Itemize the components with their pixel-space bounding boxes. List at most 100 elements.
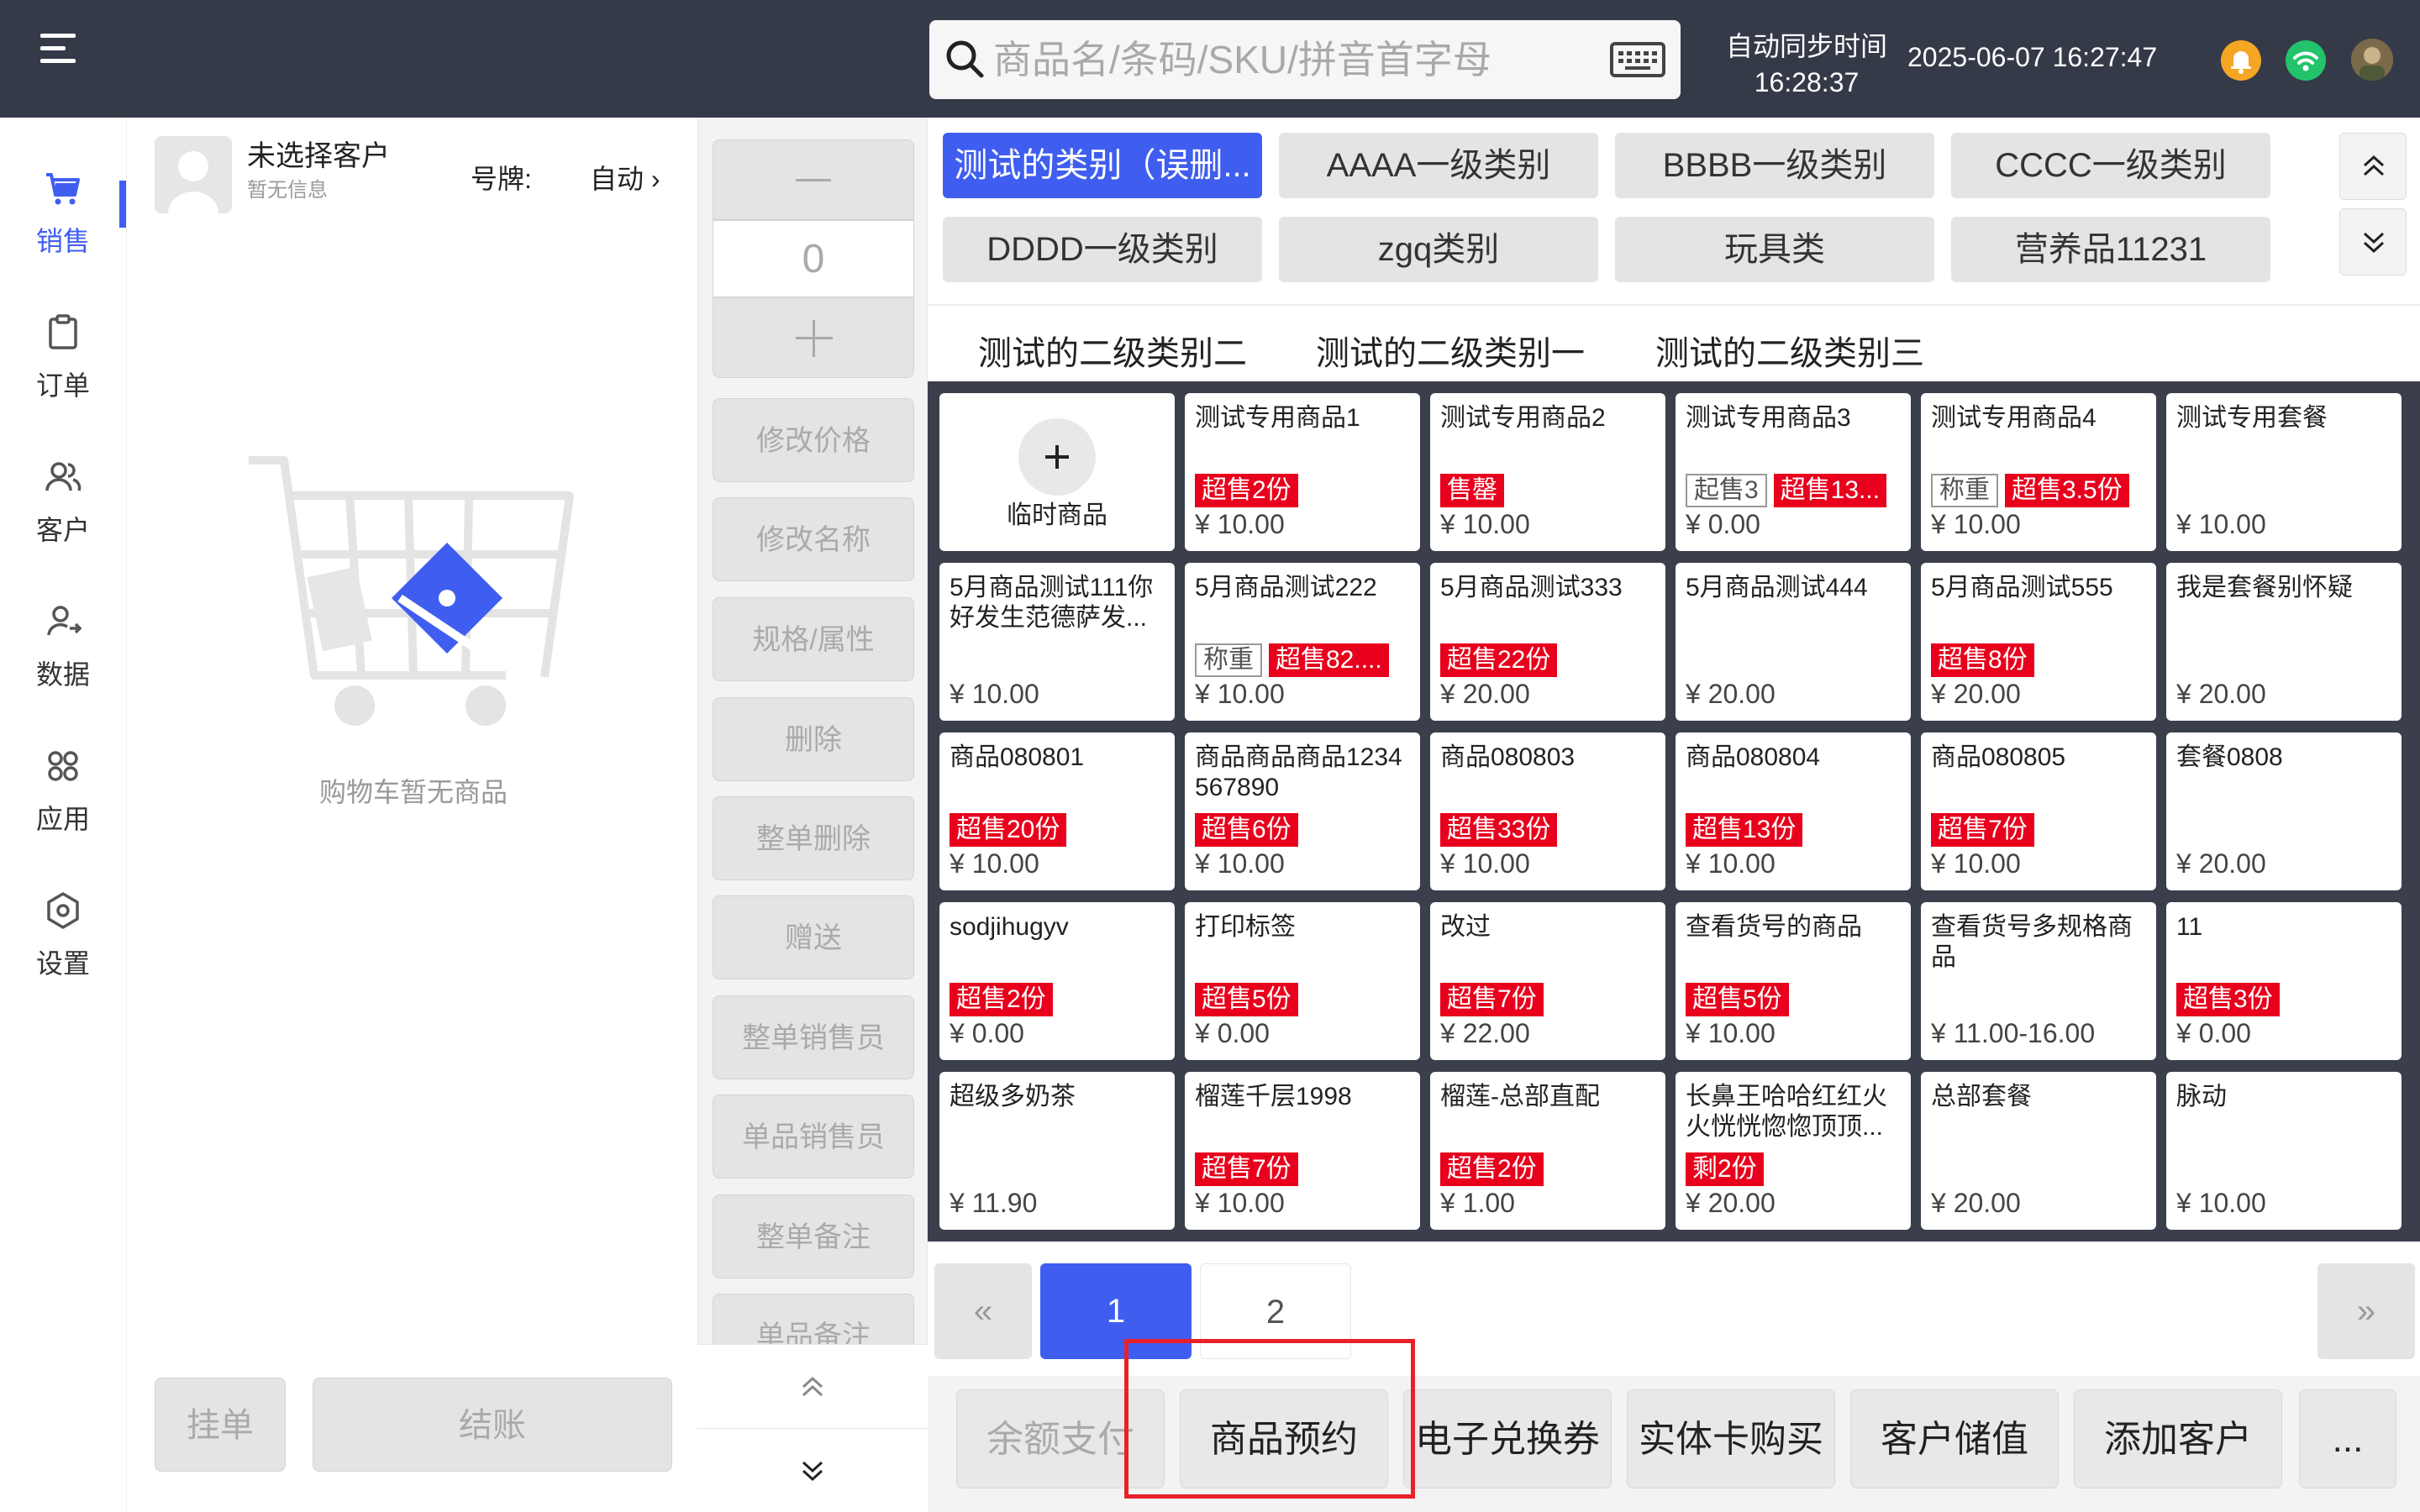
physical-card-button[interactable]: 实体卡购买 [1627, 1389, 1835, 1488]
user-avatar[interactable] [2351, 39, 2393, 81]
product-card[interactable]: 查看货号多规格商品 ¥ 11.00-16.00 [1921, 902, 2156, 1060]
stock-badge: 售罄 [1440, 474, 1504, 507]
product-card[interactable]: 5月商品测试222 称重 超售82.... ¥ 10.00 [1185, 563, 1420, 721]
plate-selector[interactable]: 自动 › [590, 158, 660, 197]
product-card[interactable]: 套餐0808 ¥ 20.00 [2166, 732, 2402, 890]
spec-attribute-button[interactable]: 规格/属性 [713, 597, 914, 681]
nav-item-orders[interactable]: 订单 [0, 312, 126, 430]
product-tags: 超售7份 [1440, 983, 1550, 1016]
scroll-up-button[interactable] [697, 1344, 928, 1428]
scroll-down-button[interactable] [697, 1428, 928, 1512]
menu-icon[interactable] [40, 34, 76, 64]
product-card[interactable]: 5月商品测试555 超售8份 ¥ 20.00 [1921, 563, 2156, 721]
product-card[interactable]: 打印标签 超售5份 ¥ 0.00 [1185, 902, 1420, 1060]
qty-minus-button[interactable]: — [713, 139, 914, 220]
product-tags: 超售5份 [1686, 983, 1796, 1016]
edit-price-button[interactable]: 修改价格 [713, 398, 914, 482]
product-name: 商品080803 [1440, 743, 1576, 771]
customer-name[interactable]: 未选择客户 [247, 133, 390, 174]
qty-plus-button[interactable]: + [713, 297, 914, 378]
nav-item-settings[interactable]: 设置 [0, 890, 126, 1008]
category-tab[interactable]: 测试的类别（误删... [943, 133, 1262, 198]
product-card[interactable]: 测试专用套餐 ¥ 10.00 [2166, 393, 2402, 551]
temp-product-card[interactable]: + 临时商品 [939, 393, 1175, 551]
product-card[interactable]: 11 超售3份 ¥ 0.00 [2166, 902, 2402, 1060]
edit-name-button[interactable]: 修改名称 [713, 497, 914, 581]
order-salesperson-button[interactable]: 整单销售员 [713, 995, 914, 1079]
product-price: ¥ 10.00 [1686, 1018, 1776, 1048]
category-scroll-up-button[interactable] [2339, 133, 2407, 200]
product-card[interactable]: 长鼻王哈哈红红火火恍恍惚惚顶顶... 剩2份 ¥ 20.00 [1676, 1072, 1911, 1230]
add-customer-button[interactable]: 添加客户 [2074, 1389, 2282, 1488]
delete-all-button[interactable]: 整单删除 [713, 796, 914, 880]
item-salesperson-button[interactable]: 单品销售员 [713, 1095, 914, 1179]
product-card[interactable]: 总部套餐 ¥ 20.00 [1921, 1072, 2156, 1230]
category-tab[interactable]: 玩具类 [1615, 217, 1934, 282]
item-note-button[interactable]: 单品备注 [713, 1294, 914, 1344]
subcategory-tab[interactable]: 测试的二级类别三 [1655, 326, 1924, 375]
product-card[interactable]: 测试专用商品2 售罄 ¥ 10.00 [1430, 393, 1665, 551]
product-name: 改过 [1440, 913, 1491, 941]
order-note-button[interactable]: 整单备注 [713, 1194, 914, 1278]
product-card[interactable]: 榴莲-总部直配 超售2份 ¥ 1.00 [1430, 1072, 1665, 1230]
category-tab[interactable]: 营养品11231 [1951, 217, 2270, 282]
category-tab[interactable]: CCCC一级类别 [1951, 133, 2270, 198]
gift-button[interactable]: 赠送 [713, 895, 914, 979]
product-card[interactable]: 5月商品测试111你好发生范德萨发... ¥ 10.00 [939, 563, 1175, 721]
nav-item-sales[interactable]: 销售 [0, 168, 126, 286]
delete-button[interactable]: 删除 [713, 697, 914, 781]
wifi-icon[interactable] [2286, 40, 2326, 81]
product-card[interactable]: 5月商品测试333 超售22份 ¥ 20.00 [1430, 563, 1665, 721]
subcategory-tab[interactable]: 测试的二级类别一 [1316, 326, 1585, 375]
customer-avatar[interactable] [155, 136, 232, 213]
stock-badge: 剩2份 [1686, 1152, 1764, 1186]
search-icon [946, 40, 984, 78]
keyboard-icon[interactable] [1610, 42, 1665, 77]
search-input[interactable]: 商品名/条码/SKU/拼音首字母 [993, 35, 1491, 84]
product-card[interactable]: 改过 超售7份 ¥ 22.00 [1430, 902, 1665, 1060]
category-scroll-down-button[interactable] [2339, 208, 2407, 276]
product-card[interactable]: 我是套餐别怀疑 ¥ 20.00 [2166, 563, 2402, 721]
subcategory-tab[interactable]: 测试的二级类别二 [978, 326, 1247, 375]
page-next-button[interactable]: » [2317, 1263, 2415, 1359]
product-card[interactable]: 榴莲千层1998 超售7份 ¥ 10.00 [1185, 1072, 1420, 1230]
product-card[interactable]: 测试专用商品3 起售3 超售13... ¥ 0.00 [1676, 393, 1911, 551]
product-price: ¥ 10.00 [2176, 1188, 2266, 1218]
category-tab[interactable]: zgq类别 [1279, 217, 1598, 282]
category-tab[interactable]: BBBB一级类别 [1615, 133, 1934, 198]
product-price: ¥ 20.00 [1931, 1188, 2021, 1218]
product-card[interactable]: 测试专用商品1 超售2份 ¥ 10.00 [1185, 393, 1420, 551]
page-prev-button[interactable]: « [934, 1263, 1032, 1359]
more-button[interactable]: ... [2299, 1389, 2396, 1488]
product-price: ¥ 10.00 [1440, 509, 1530, 539]
stock-badge: 超售20份 [950, 813, 1067, 847]
hold-order-button[interactable]: 挂单 [155, 1378, 286, 1472]
product-card[interactable]: 脉动 ¥ 10.00 [2166, 1072, 2402, 1230]
category-tab[interactable]: DDDD一级类别 [943, 217, 1262, 282]
product-card[interactable]: 商品080804 超售13份 ¥ 10.00 [1676, 732, 1911, 890]
nav-item-data[interactable]: 数据 [0, 601, 126, 719]
category-tab[interactable]: AAAA一级类别 [1279, 133, 1598, 198]
nav-item-customers[interactable]: 客户 [0, 457, 126, 575]
e-voucher-button[interactable]: 电子兑换券 [1403, 1389, 1612, 1488]
product-card[interactable]: 商品080805 超售7份 ¥ 10.00 [1921, 732, 2156, 890]
product-card[interactable]: 商品商品商品1234567890 超售6份 ¥ 10.00 [1185, 732, 1420, 890]
bell-icon[interactable] [2221, 40, 2261, 81]
checkout-button[interactable]: 结账 [313, 1378, 672, 1472]
product-card[interactable]: 5月商品测试444 ¥ 20.00 [1676, 563, 1911, 721]
product-card[interactable]: sodjihugyv 超售2份 ¥ 0.00 [939, 902, 1175, 1060]
product-card[interactable]: 商品080801 超售20份 ¥ 10.00 [939, 732, 1175, 890]
product-tags: 超售2份 [950, 983, 1060, 1016]
product-card[interactable]: 测试专用商品4 称重 超售3.5份 ¥ 10.00 [1921, 393, 2156, 551]
product-name: 5月商品测试222 [1195, 574, 1377, 601]
stock-badge: 称重 [1195, 643, 1262, 677]
product-card[interactable]: 查看货号的商品 超售5份 ¥ 10.00 [1676, 902, 1911, 1060]
stock-badge: 超售13... [1773, 474, 1887, 507]
product-name: 我是套餐别怀疑 [2176, 574, 2353, 601]
search-bar[interactable]: 商品名/条码/SKU/拼音首字母 [929, 20, 1681, 99]
product-card[interactable]: 超级多奶茶 ¥ 11.90 [939, 1072, 1175, 1230]
customer-topup-button[interactable]: 客户储值 [1850, 1389, 2059, 1488]
product-tags: 超售7份 [1931, 813, 2041, 847]
nav-item-apps[interactable]: 应用 [0, 746, 126, 864]
product-card[interactable]: 商品080803 超售33份 ¥ 10.00 [1430, 732, 1665, 890]
